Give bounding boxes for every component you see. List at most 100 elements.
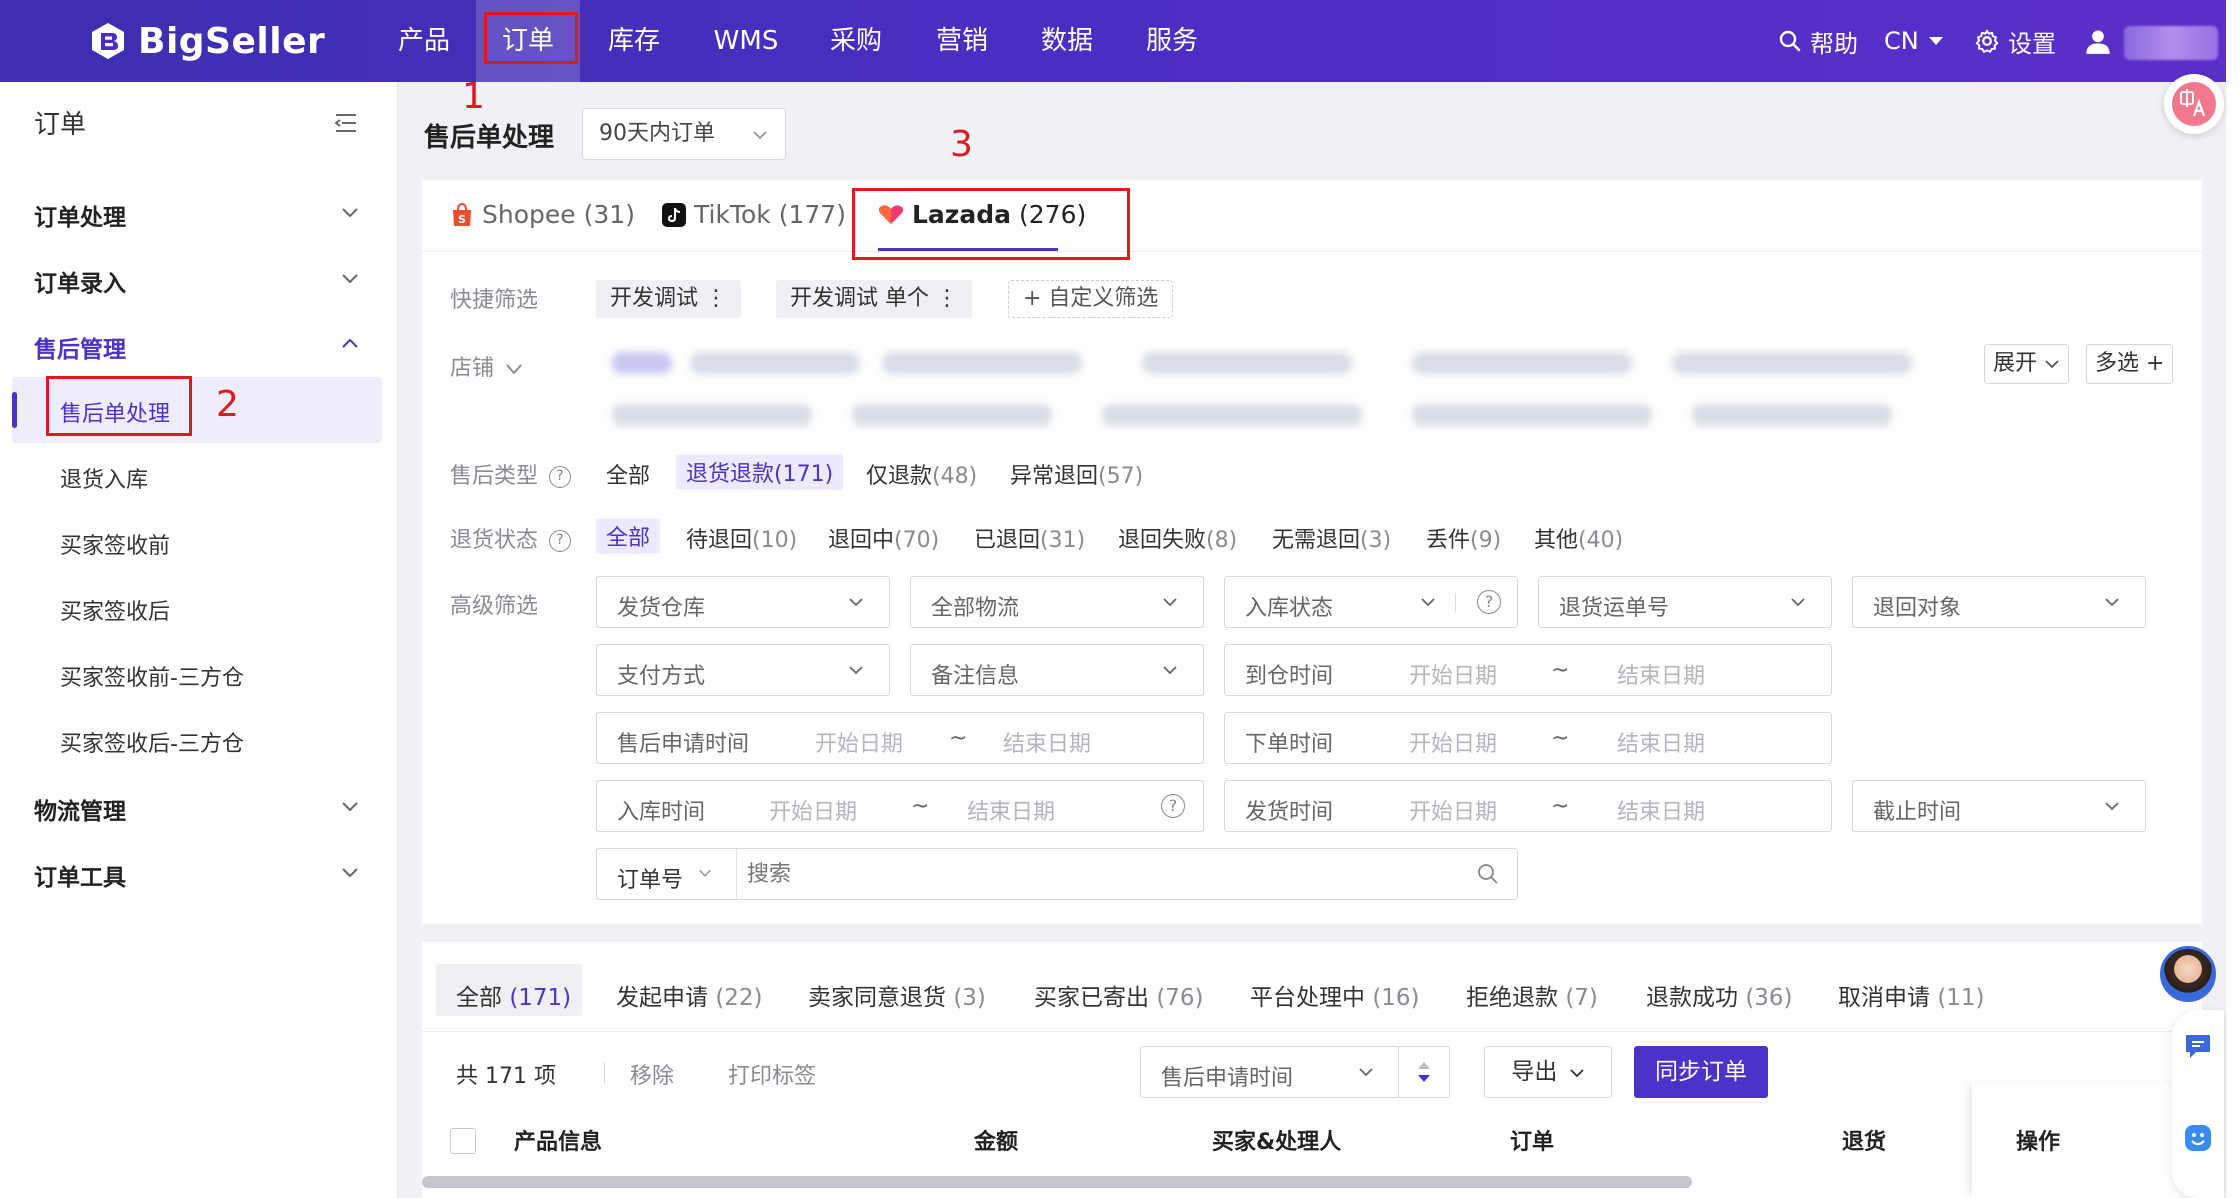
brand-logo[interactable]: BigSeller [88, 18, 325, 64]
order-time-range[interactable]: 下单时间 开始日期 ~ 结束日期 [1224, 712, 1832, 764]
nav-item-inventory[interactable]: 库存 [602, 0, 666, 82]
store-multi-select-button[interactable]: 多选 + [2086, 344, 2174, 384]
status-tab-buyer-shipped[interactable]: 买家已寄出 (76) [1034, 978, 1204, 1012]
nav-item-marketing[interactable]: 营销 [930, 0, 994, 82]
return-status-lost[interactable]: 丢件(9) [1426, 522, 1501, 554]
remove-button[interactable]: 移除 [630, 1058, 674, 1090]
after-type-abnormal-return-label: 异常退回 [1010, 464, 1099, 489]
tab-shopee[interactable]: S Shopee (31) [450, 200, 635, 229]
select-all-checkbox[interactable] [450, 1128, 476, 1154]
status-tab-platform-processing[interactable]: 平台处理中 (16) [1250, 978, 1420, 1012]
inbound-status-select[interactable]: 入库状态 ? [1224, 576, 1518, 628]
after-type-return-refund[interactable]: 退货退款(171) [676, 454, 844, 490]
annotation-number-1: 1 [462, 76, 485, 117]
column-order: 订单 [1510, 1130, 1555, 1155]
logistics-select[interactable]: 全部物流 [910, 576, 1204, 628]
return-status-label-text: 退货状态 [450, 528, 539, 553]
status-tab-seller-agreed[interactable]: 卖家同意退货 (3) [808, 978, 986, 1012]
after-type-all[interactable]: 全部 [606, 458, 650, 490]
sidebar-item-after-receipt-3pl[interactable]: 买家签收后-三方仓 [60, 726, 244, 758]
settings-link[interactable]: 设置 [1974, 0, 2056, 82]
payment-placeholder: 支付方式 [617, 664, 706, 689]
sidebar-group-order-processing[interactable]: 订单处理 [34, 198, 126, 232]
help-circle-icon[interactable]: ? [549, 530, 572, 552]
nav-item-wms[interactable]: WMS [708, 0, 784, 82]
nav-item-products[interactable]: 产品 [392, 0, 456, 82]
arrive-time-label: 到仓时间 [1245, 664, 1334, 689]
status-tab-refund-success[interactable]: 退款成功 (36) [1646, 978, 1793, 1012]
support-agent-avatar[interactable] [2160, 946, 2216, 1002]
store-expand-button[interactable]: 展开 [1984, 344, 2070, 384]
smile-feedback-icon[interactable] [2182, 1122, 2214, 1154]
search-icon[interactable] [1477, 863, 1499, 885]
quick-filter-chip-debug[interactable]: 开发调试 ⋮ [596, 280, 741, 318]
inbound-time-range[interactable]: 入库时间 开始日期 ~ 结束日期 ? [596, 780, 1204, 832]
status-tab-cancelled[interactable]: 取消申请 (11) [1838, 978, 1985, 1012]
nav-item-service[interactable]: 服务 [1140, 0, 1204, 82]
collapse-menu-icon[interactable] [334, 112, 358, 134]
warehouse-select[interactable]: 发货仓库 [596, 576, 890, 628]
sidebar-group-order-entry[interactable]: 订单录入 [34, 264, 126, 298]
user-menu[interactable] [2084, 0, 2112, 82]
sidebar-item-before-buyer-receipt[interactable]: 买家签收前 [60, 528, 170, 560]
export-button[interactable]: 导出 [1484, 1046, 1612, 1098]
sidebar-item-after-buyer-receipt[interactable]: 买家签收后 [60, 594, 170, 626]
return-status-other[interactable]: 其他(40) [1534, 522, 1623, 554]
tab-tiktok[interactable]: TikTok (177) [662, 200, 846, 229]
order-search-input[interactable] [747, 857, 1447, 891]
help-circle-icon[interactable]: ? [1161, 794, 1185, 818]
return-target-select[interactable]: 退回对象 [1852, 576, 2146, 628]
after-type-refund-only[interactable]: 仅退款(48) [866, 458, 977, 490]
return-status-other-label: 其他 [1534, 528, 1579, 553]
print-label-button[interactable]: 打印标签 [728, 1058, 816, 1090]
language-select[interactable]: CN [1884, 0, 1945, 82]
sort-field-select[interactable]: 售后申请时间 [1140, 1046, 1400, 1098]
date-range-value: 90天内订单 [599, 121, 715, 146]
return-status-pending[interactable]: 待退回(10) [686, 522, 797, 554]
sidebar-item-before-receipt-3pl[interactable]: 买家签收前-三方仓 [60, 660, 244, 692]
translate-widget[interactable] [2164, 74, 2224, 134]
ship-time-range[interactable]: 发货时间 开始日期 ~ 结束日期 [1224, 780, 1832, 832]
return-status-returned[interactable]: 已退回(31) [974, 522, 1085, 554]
deadline-select[interactable]: 截止时间 [1852, 780, 2146, 832]
user-name-redacted [2124, 26, 2218, 60]
sort-order-toggle[interactable] [1398, 1046, 1450, 1098]
arrive-time-range[interactable]: 到仓时间 开始日期 ~ 结束日期 [1224, 644, 1832, 696]
remark-select[interactable]: 备注信息 [910, 644, 1204, 696]
date-range-select[interactable]: 90天内订单 [582, 108, 786, 160]
sync-orders-button[interactable]: 同步订单 [1634, 1046, 1768, 1098]
chat-icon[interactable] [2182, 1030, 2214, 1062]
return-status-all[interactable]: 全部 [596, 518, 661, 554]
quick-filter-chip-debug-single[interactable]: 开发调试 单个 ⋮ [776, 280, 972, 318]
horizontal-scrollbar[interactable] [422, 1176, 1692, 1188]
help-circle-icon[interactable]: ? [1477, 590, 1501, 614]
sidebar-group-logistics[interactable]: 物流管理 [34, 792, 126, 826]
chevron-up-icon [342, 338, 358, 348]
sidebar-group-order-tools[interactable]: 订单工具 [34, 858, 126, 892]
nav-item-data[interactable]: 数据 [1035, 0, 1099, 82]
payment-method-select[interactable]: 支付方式 [596, 644, 890, 696]
search-icon [1779, 30, 1801, 52]
status-tab-refund-rejected[interactable]: 拒绝退款 (7) [1466, 978, 1598, 1012]
help-circle-icon[interactable]: ? [549, 466, 572, 488]
sidebar-group-after-sales[interactable]: 售后管理 [34, 330, 126, 364]
store-filter-label[interactable]: 店铺 [450, 350, 523, 382]
after-type-refund-only-count: (48) [932, 464, 978, 489]
help-link[interactable]: 帮助 [1778, 0, 1858, 82]
chevron-down-icon [342, 208, 358, 218]
return-status-returning[interactable]: 退回中(70) [828, 522, 939, 554]
sidebar-item-return-inbound[interactable]: 退货入库 [60, 462, 148, 494]
status-tab-all[interactable]: 全部 (171) [456, 978, 571, 1012]
return-status-no-need[interactable]: 无需退回(3) [1272, 522, 1391, 554]
after-type-all-label: 全部 [606, 464, 651, 489]
custom-filter-button[interactable]: + 自定义筛选 [1008, 280, 1174, 318]
status-tab-requested[interactable]: 发起申请 (22) [616, 978, 763, 1012]
nav-item-purchase[interactable]: 采购 [824, 0, 888, 82]
after-type-abnormal-return[interactable]: 异常退回(57) [1010, 458, 1143, 490]
apply-time-range[interactable]: 售后申请时间 开始日期 ~ 结束日期 [596, 712, 1204, 764]
return-status-failed[interactable]: 退回失败(8) [1118, 522, 1237, 554]
top-nav: BigSeller 产品 订单 库存 WMS 采购 营销 数据 服务 帮助 CN… [0, 0, 2240, 82]
return-tracking-select[interactable]: 退货运单号 [1538, 576, 1832, 628]
return-status-other-count: (40) [1578, 528, 1624, 553]
search-field-select[interactable]: 订单号 [597, 849, 737, 899]
